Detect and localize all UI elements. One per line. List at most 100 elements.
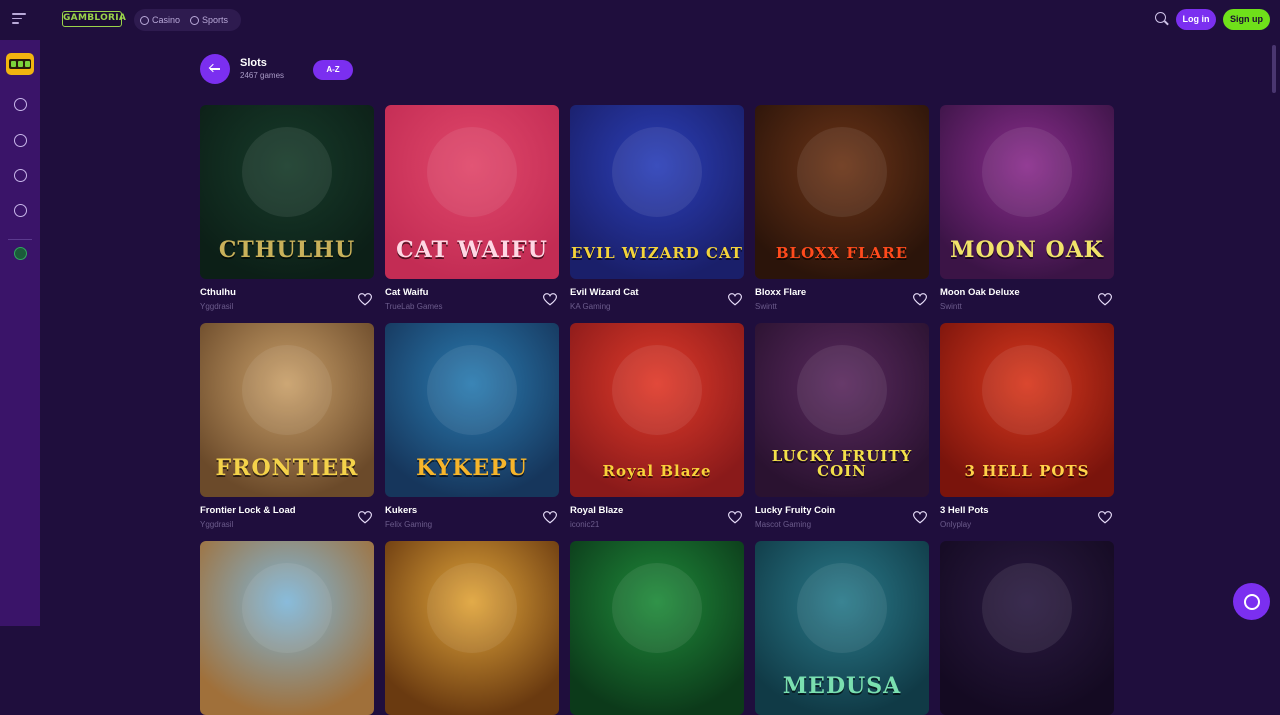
game-card[interactable]: KYKEPU Kukers Felix Gaming	[385, 323, 559, 529]
game-logo-text: EVIL WIZARD CAT	[571, 244, 743, 262]
support-chat-button[interactable]	[1233, 583, 1270, 620]
game-name[interactable]: Royal Blaze	[570, 505, 744, 516]
login-button[interactable]: Log in	[1176, 9, 1216, 30]
game-provider: Swintt	[940, 302, 962, 311]
heart-icon[interactable]	[358, 293, 372, 306]
game-name[interactable]: Moon Oak Deluxe	[940, 287, 1114, 298]
sidebar-item-sports[interactable]	[11, 166, 29, 184]
game-provider: Onlyplay	[940, 520, 972, 529]
game-card[interactable]: 3 HELL POTS 3 Hell Pots Onlyplay	[940, 323, 1114, 529]
broadcast-icon	[13, 133, 27, 147]
game-name[interactable]: Evil Wizard Cat	[570, 287, 744, 298]
sidebar-item-promotions[interactable]	[11, 201, 29, 219]
heart-icon[interactable]	[543, 293, 557, 306]
game-thumbnail[interactable]: 3 HELL POTS	[940, 323, 1114, 497]
game-name[interactable]: 3 Hell Pots	[940, 505, 1114, 516]
sidebar-item-live[interactable]	[11, 131, 29, 149]
game-thumbnail[interactable]: Royal Blaze	[570, 323, 744, 497]
game-thumbnail[interactable]: CTHULHU	[200, 105, 374, 279]
mode-casino[interactable]: Casino	[140, 15, 180, 25]
logo[interactable]: GAMBLORIA	[62, 11, 126, 27]
heart-icon[interactable]	[1098, 293, 1112, 306]
game-logo-text: FRONTIER	[215, 455, 359, 481]
game-logo-text: 3 HELL POTS	[964, 462, 1090, 480]
game-provider: Yggdrasil	[200, 520, 234, 529]
game-name[interactable]: Cthulhu	[200, 287, 374, 298]
sidebar-item-slots[interactable]	[6, 53, 34, 75]
slot-machine-icon	[9, 59, 31, 69]
game-artwork	[797, 127, 887, 217]
menu-icon[interactable]	[12, 13, 26, 25]
chip-icon	[13, 97, 27, 111]
game-thumbnail[interactable]	[570, 541, 744, 715]
game-thumbnail[interactable]: LUCKY FRUITY COIN	[755, 323, 929, 497]
game-logo-text: LUCKY FRUITY COIN	[771, 447, 913, 480]
ball-icon	[13, 168, 27, 182]
heart-icon[interactable]	[913, 511, 927, 524]
mode-sports-label: Sports	[202, 15, 229, 25]
game-name[interactable]: Bloxx Flare	[755, 287, 929, 298]
games-count: 2467 games	[240, 71, 285, 80]
sidebar-divider	[8, 239, 32, 240]
game-card[interactable]: MEDUSA	[755, 541, 929, 715]
game-card[interactable]: CAT WAIFU Cat Waifu TrueLab Games	[385, 105, 559, 311]
game-thumbnail[interactable]	[385, 541, 559, 715]
sidebar-item-poker[interactable]	[11, 95, 29, 113]
game-card[interactable]: LUCKY FRUITY COIN Lucky Fruity Coin Mascot…	[755, 323, 929, 529]
game-logo-text: MEDUSA	[782, 673, 902, 699]
game-artwork	[427, 345, 517, 435]
game-logo-text: MOON OAK	[950, 237, 1104, 263]
game-card[interactable]: FRONTIER Frontier Lock & Load Yggdrasil	[200, 323, 374, 529]
sports-ball-icon	[190, 15, 200, 25]
game-logo-text: BLOXX FLARE	[775, 244, 909, 262]
sidebar	[0, 40, 40, 626]
game-card[interactable]	[940, 541, 1114, 715]
game-card[interactable]: EVIL WIZARD CAT Evil Wizard Cat KA Gaming	[570, 105, 744, 311]
game-provider: Felix Gaming	[385, 520, 433, 529]
game-card[interactable]	[385, 541, 559, 715]
signup-button[interactable]: Sign up	[1223, 9, 1270, 30]
heart-icon[interactable]	[543, 511, 557, 524]
game-card[interactable]: BLOXX FLARE Bloxx Flare Swintt	[755, 105, 929, 311]
game-artwork	[982, 563, 1072, 653]
game-thumbnail[interactable]	[940, 541, 1114, 715]
game-thumbnail[interactable]: MEDUSA	[755, 541, 929, 715]
game-logo-text: CTHULHU	[218, 237, 356, 263]
page-title: Slots	[240, 57, 267, 69]
game-card[interactable]	[570, 541, 744, 715]
game-thumbnail[interactable]: KYKEPU	[385, 323, 559, 497]
mode-casino-label: Casino	[152, 15, 181, 25]
game-artwork	[242, 345, 332, 435]
game-name[interactable]: Cat Waifu	[385, 287, 559, 298]
game-thumbnail[interactable]: FRONTIER	[200, 323, 374, 497]
sort-az-button[interactable]: A-Z	[313, 60, 353, 80]
back-button[interactable]	[200, 54, 230, 84]
game-name[interactable]: Frontier Lock & Load	[200, 505, 374, 516]
heart-icon[interactable]	[358, 511, 372, 524]
heart-icon[interactable]	[913, 293, 927, 306]
game-artwork	[612, 127, 702, 217]
game-provider: TrueLab Games	[385, 302, 443, 311]
game-provider: Yggdrasil	[200, 302, 234, 311]
heart-icon[interactable]	[728, 511, 742, 524]
game-thumbnail[interactable]: MOON OAK	[940, 105, 1114, 279]
mode-switch: Casino Sports	[134, 9, 241, 31]
game-card[interactable]: Royal Blaze Royal Blaze iconic21	[570, 323, 744, 529]
game-thumbnail[interactable]: BLOXX FLARE	[755, 105, 929, 279]
search-icon[interactable]	[1155, 12, 1169, 26]
game-thumbnail[interactable]: EVIL WIZARD CAT	[570, 105, 744, 279]
game-card[interactable]	[200, 541, 374, 715]
mode-sports[interactable]: Sports	[190, 15, 228, 25]
game-thumbnail[interactable]: CAT WAIFU	[385, 105, 559, 279]
sidebar-item-language[interactable]	[11, 244, 29, 262]
game-name[interactable]: Kukers	[385, 505, 559, 516]
game-card[interactable]: CTHULHU Cthulhu Yggdrasil	[200, 105, 374, 311]
heart-icon[interactable]	[1098, 511, 1112, 524]
globe-icon	[13, 246, 27, 260]
game-name[interactable]: Lucky Fruity Coin	[755, 505, 929, 516]
game-card[interactable]: MOON OAK Moon Oak Deluxe Swintt	[940, 105, 1114, 311]
scrollbar[interactable]	[1272, 45, 1276, 93]
top-bar: GAMBLORIA Casino Sports Log in Sign up	[0, 0, 1280, 40]
game-thumbnail[interactable]	[200, 541, 374, 715]
heart-icon[interactable]	[728, 293, 742, 306]
